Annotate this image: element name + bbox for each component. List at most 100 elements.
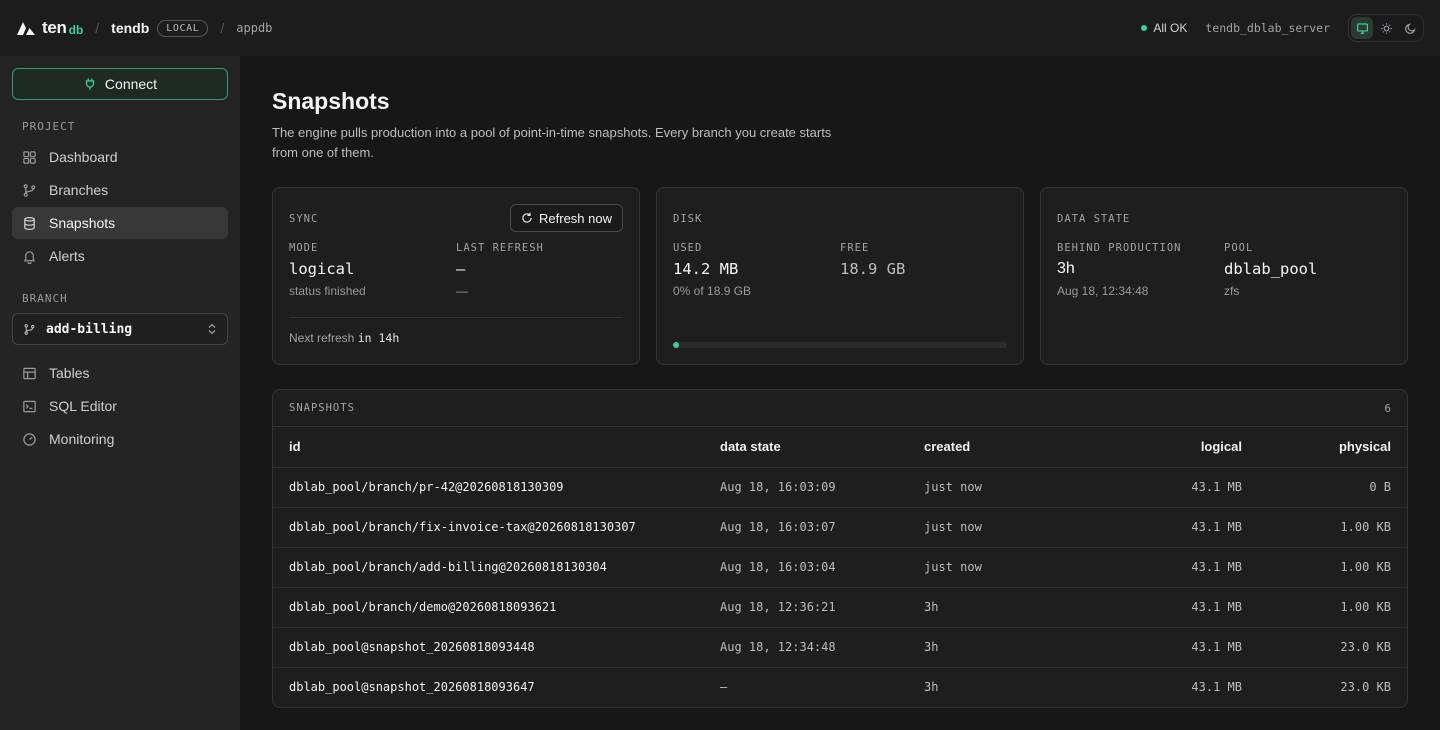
stat-label: POOL xyxy=(1224,242,1254,254)
refresh-now-button[interactable]: Refresh now xyxy=(510,204,623,232)
sync-card: SYNC Refresh now MODE logical status fin… xyxy=(272,187,640,365)
snapshot-count: 6 xyxy=(1384,401,1391,415)
sidebar-item-label: Tables xyxy=(49,365,90,381)
next-refresh-prefix: Next refresh xyxy=(289,331,355,345)
stat-value: logical xyxy=(289,260,355,278)
cell-physical: 0 B xyxy=(1242,467,1407,508)
next-refresh: Next refresh in 14h xyxy=(289,331,399,345)
sidebar-item-alerts[interactable]: Alerts xyxy=(12,240,228,272)
stat-value: 14.2 MB xyxy=(673,260,739,278)
table-header-bar: SNAPSHOTS 6 xyxy=(273,390,1407,427)
stat-label: USED xyxy=(673,242,703,254)
table-icon xyxy=(23,367,36,379)
snapshots-table-card: SNAPSHOTS 6 id data state created logica… xyxy=(272,389,1408,708)
status-text: All OK xyxy=(1153,21,1188,35)
sidebar-item-label: Monitoring xyxy=(49,431,115,447)
refresh-now-label: Refresh now xyxy=(539,210,612,226)
branch-select-value: add-billing xyxy=(46,321,133,337)
status-indicator[interactable]: All OK xyxy=(1141,21,1187,35)
logo[interactable]: ten db xyxy=(16,18,83,38)
sun-icon[interactable] xyxy=(1375,17,1397,39)
connect-button[interactable]: Connect xyxy=(12,68,228,100)
sidebar-item-tables[interactable]: Tables xyxy=(12,357,228,389)
plug-icon xyxy=(85,78,95,90)
column-header-created[interactable]: created xyxy=(924,427,1110,468)
stat-sub: 0% of 18.9 GB xyxy=(673,284,752,298)
branch-section-label: BRANCH xyxy=(22,292,68,305)
sidebar-item-monitoring[interactable]: Monitoring xyxy=(12,423,228,455)
stat-label: MODE xyxy=(289,242,319,254)
table-row[interactable]: dblab_pool/branch/fix-invoice-tax@202608… xyxy=(273,507,1407,548)
last-refresh-stat: LAST REFRESH — — xyxy=(456,242,623,298)
cell-created: just now xyxy=(924,507,1110,548)
stat-label: LAST REFRESH xyxy=(456,242,544,254)
database-name[interactable]: appdb xyxy=(236,21,272,35)
theme-switcher xyxy=(1348,14,1424,42)
monitor-icon[interactable] xyxy=(1351,17,1373,39)
main-content: Snapshots The engine pulls production in… xyxy=(240,56,1440,730)
cell-id: dblab_pool@snapshot_20260818093448 xyxy=(273,627,720,668)
table-row[interactable]: dblab_pool/branch/demo@20260818093621 Au… xyxy=(273,587,1407,628)
cell-data-state: Aug 18, 12:34:48 xyxy=(720,627,924,668)
sidebar-item-branches[interactable]: Branches xyxy=(12,174,228,206)
sidebar-item-dashboard[interactable]: Dashboard xyxy=(12,141,228,173)
cell-physical: 23.0 KB xyxy=(1242,627,1407,668)
column-header-id[interactable]: id xyxy=(273,427,720,468)
logo-sub: db xyxy=(68,23,84,37)
sidebar-item-label: SQL Editor xyxy=(49,398,117,414)
summary-cards: SYNC Refresh now MODE logical status fin… xyxy=(272,187,1408,365)
stat-value: dblab_pool xyxy=(1224,260,1318,278)
stat-label: FREE xyxy=(840,242,870,254)
table-row[interactable]: dblab_pool@snapshot_20260818093448 Aug 1… xyxy=(273,627,1407,668)
server-name: tendb_dblab_server xyxy=(1205,21,1330,35)
column-header-data-state[interactable]: data state xyxy=(720,427,924,468)
cell-physical: 1.00 KB xyxy=(1242,587,1407,628)
moon-icon[interactable] xyxy=(1399,17,1421,39)
table-row[interactable]: dblab_pool/branch/add-billing@2026081813… xyxy=(273,547,1407,588)
branch-select[interactable]: add-billing xyxy=(12,313,228,345)
cell-physical: 1.00 KB xyxy=(1242,547,1407,588)
breadcrumb-separator: / xyxy=(95,20,100,36)
table-row[interactable]: dblab_pool@snapshot_20260818093647 — 3h … xyxy=(273,667,1407,707)
sidebar-item-label: Snapshots xyxy=(49,215,116,231)
card-label: DISK xyxy=(673,213,703,225)
cell-logical: 43.1 MB xyxy=(1110,547,1242,588)
env-badge: LOCAL xyxy=(157,19,209,37)
disk-usage-fill xyxy=(673,342,679,348)
cell-physical: 1.00 KB xyxy=(1242,507,1407,548)
cell-logical: 43.1 MB xyxy=(1110,627,1242,668)
cell-id: dblab_pool@snapshot_20260818093647 xyxy=(289,680,535,695)
cell-id: dblab_pool/branch/add-billing@2026081813… xyxy=(273,547,720,588)
status-dot xyxy=(1141,25,1148,31)
free-stat: FREE 18.9 GB xyxy=(840,242,1007,298)
cell-logical: 43.1 MB xyxy=(1110,587,1242,628)
connect-label: Connect xyxy=(104,76,158,92)
cell-id: dblab_pool/branch/fix-invoice-tax@202608… xyxy=(273,507,720,548)
page-title: Snapshots xyxy=(272,88,390,114)
disk-card: DISK USED 14.2 MB 0% of 18.9 GB FREE 18.… xyxy=(656,187,1024,365)
mode-stat: MODE logical status finished xyxy=(289,242,456,298)
data-state-card: DATA STATE BEHIND PRODUCTION 3h Aug 18, … xyxy=(1040,187,1408,365)
column-header-logical[interactable]: logical xyxy=(1110,427,1242,468)
cell-created: 3h xyxy=(924,587,1110,628)
sidebar: Connect PROJECT Dashboard Branches Snaps… xyxy=(0,56,240,730)
cell-created: just now xyxy=(924,467,1110,508)
stat-sub: Aug 18, 12:34:48 xyxy=(1057,284,1149,298)
project-name[interactable]: tendb xyxy=(111,20,149,36)
cell-created: 3h xyxy=(924,627,1110,668)
table-label: SNAPSHOTS xyxy=(289,402,355,414)
sidebar-item-label: Dashboard xyxy=(49,149,118,165)
cell-logical: 43.1 MB xyxy=(1110,467,1242,508)
sidebar-item-sql-editor[interactable]: SQL Editor xyxy=(12,390,228,422)
stat-label: BEHIND PRODUCTION xyxy=(1057,242,1182,254)
cell-created: 3h xyxy=(924,680,939,695)
sidebar-item-label: Alerts xyxy=(49,248,85,264)
table-row[interactable]: dblab_pool/branch/pr-42@20260818130309 A… xyxy=(273,467,1407,508)
stat-value: 18.9 GB xyxy=(840,260,906,278)
stat-sub: status finished xyxy=(289,284,366,298)
sidebar-item-snapshots[interactable]: Snapshots xyxy=(12,207,228,239)
column-header-physical[interactable]: physical xyxy=(1242,427,1407,468)
top-bar: ten db / tendb LOCAL / appdb All OK tend… xyxy=(0,0,1440,56)
git-branch-icon xyxy=(24,323,35,335)
refresh-icon xyxy=(522,212,532,223)
